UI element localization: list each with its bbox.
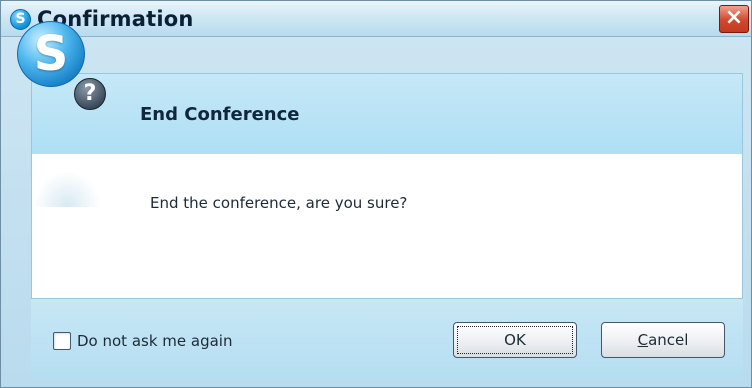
ok-button[interactable]: OK bbox=[453, 322, 577, 358]
dialog-message: End the conference, are you sure? bbox=[150, 194, 408, 212]
question-badge-icon: ? bbox=[74, 78, 106, 110]
dialog-footer: Do not ask me again OK Cancel bbox=[31, 299, 743, 379]
title-bar[interactable]: S Confirmation × bbox=[1, 1, 751, 37]
skype-logo-letter: S bbox=[33, 26, 69, 82]
do-not-ask-again-option[interactable]: Do not ask me again bbox=[53, 332, 232, 350]
confirmation-window: S Confirmation × End Conference End the … bbox=[0, 0, 752, 388]
dialog-header-band: End Conference bbox=[32, 74, 742, 154]
logo-reflection bbox=[33, 171, 101, 207]
skype-logo-icon: S ? bbox=[17, 21, 106, 110]
dialog-content: End Conference End the conference, are y… bbox=[31, 73, 743, 299]
do-not-ask-again-label[interactable]: Do not ask me again bbox=[77, 332, 232, 350]
cancel-label-rest: ancel bbox=[648, 331, 689, 349]
close-icon: × bbox=[724, 5, 744, 30]
close-button[interactable]: × bbox=[719, 5, 749, 33]
cancel-mnemonic: C bbox=[637, 331, 649, 349]
do-not-ask-again-checkbox[interactable] bbox=[53, 332, 71, 350]
dialog-heading: End Conference bbox=[140, 104, 300, 125]
cancel-button[interactable]: Cancel bbox=[601, 322, 725, 358]
